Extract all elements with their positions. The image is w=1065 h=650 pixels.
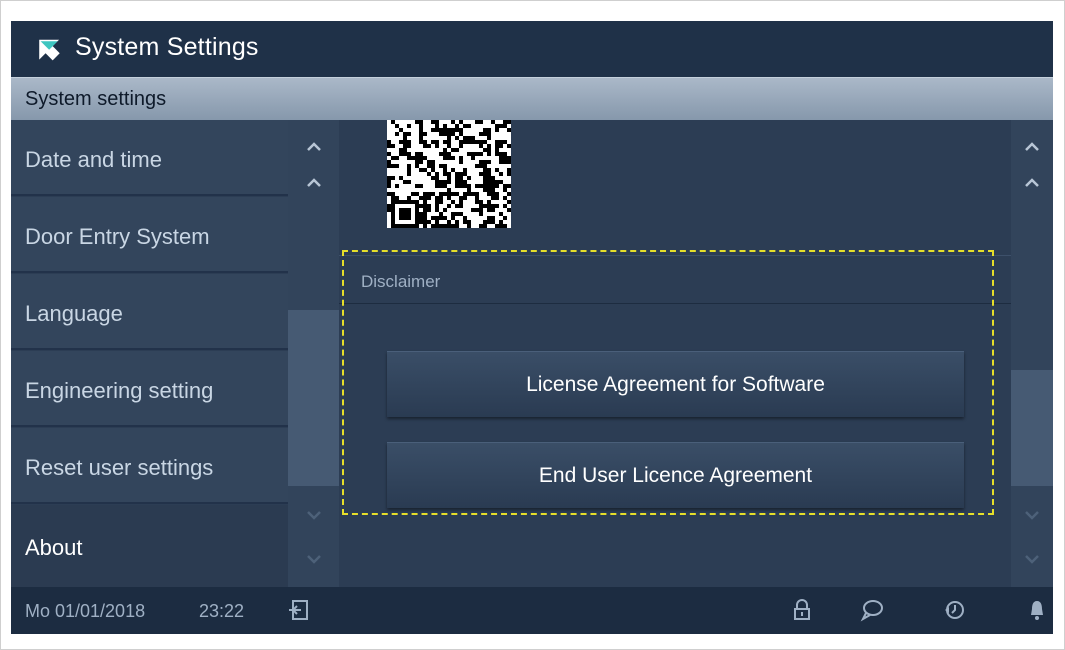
scroll-page-up-icon[interactable]: [288, 168, 339, 198]
menu-item-date-and-time[interactable]: Date and time: [11, 120, 288, 196]
bell-icon[interactable]: [1025, 598, 1049, 622]
button-label: End User Licence Agreement: [538, 464, 813, 487]
menu-scrollbar[interactable]: [288, 120, 339, 587]
menu-item-label: Engineering setting: [25, 378, 214, 403]
menu-item-door-entry-system[interactable]: Door Entry System: [11, 197, 288, 273]
status-date: Mo 01/01/2018: [25, 601, 146, 621]
section-title: System settings: [25, 88, 167, 110]
logout-icon[interactable]: [287, 598, 311, 622]
scroll-page-down-icon[interactable]: [288, 500, 339, 530]
divider: [339, 255, 1011, 256]
lock-icon[interactable]: [790, 598, 814, 622]
menu-item-label: Date and time: [25, 147, 162, 172]
button-label: License Agreement for Software: [526, 373, 825, 396]
page-title: System Settings: [75, 33, 259, 61]
menu-item-language[interactable]: Language: [11, 274, 288, 350]
scroll-up-icon[interactable]: [288, 132, 339, 162]
status-time: 23:22: [199, 601, 245, 621]
status-bar: Mo 01/01/2018 23:22: [11, 587, 1053, 634]
scroll-page-up-icon[interactable]: [1011, 168, 1053, 198]
menu-item-label: Reset user settings: [25, 455, 214, 480]
menu-item-label: Door Entry System: [25, 224, 210, 249]
divider: [339, 303, 1011, 304]
section-header: System settings: [11, 77, 1053, 121]
license-agreement-button[interactable]: License Agreement for Software: [387, 351, 964, 417]
settings-menu: Date and time Door Entry System Language…: [11, 120, 288, 587]
qr-code: [387, 120, 511, 228]
scroll-page-down-icon[interactable]: [1011, 500, 1053, 530]
disclaimer-label: Disclaimer: [361, 272, 441, 291]
outer-frame: System Settings System settings Date and…: [0, 0, 1065, 650]
content-scroll-thumb[interactable]: [1011, 370, 1053, 486]
panel-screen: System Settings System settings Date and…: [11, 21, 1053, 634]
menu-item-label: Language: [25, 301, 123, 326]
about-content: Disclaimer License Agreement for Softwar…: [339, 120, 1011, 587]
history-icon[interactable]: [943, 598, 967, 622]
scroll-up-icon[interactable]: [1011, 132, 1053, 162]
menu-item-about[interactable]: About: [11, 505, 288, 587]
menu-item-engineering-setting[interactable]: Engineering setting: [11, 351, 288, 427]
scroll-down-icon[interactable]: [1011, 544, 1053, 574]
menu-item-label: About: [25, 535, 83, 560]
back-arrow-icon[interactable]: [33, 35, 63, 63]
eula-button[interactable]: End User Licence Agreement: [387, 442, 964, 508]
message-icon[interactable]: [860, 598, 884, 622]
menu-scroll-thumb[interactable]: [288, 310, 339, 486]
scroll-down-icon[interactable]: [288, 544, 339, 574]
content-scrollbar[interactable]: [1011, 120, 1053, 587]
title-bar: System Settings: [11, 21, 1053, 77]
menu-item-reset-user-settings[interactable]: Reset user settings: [11, 428, 288, 504]
